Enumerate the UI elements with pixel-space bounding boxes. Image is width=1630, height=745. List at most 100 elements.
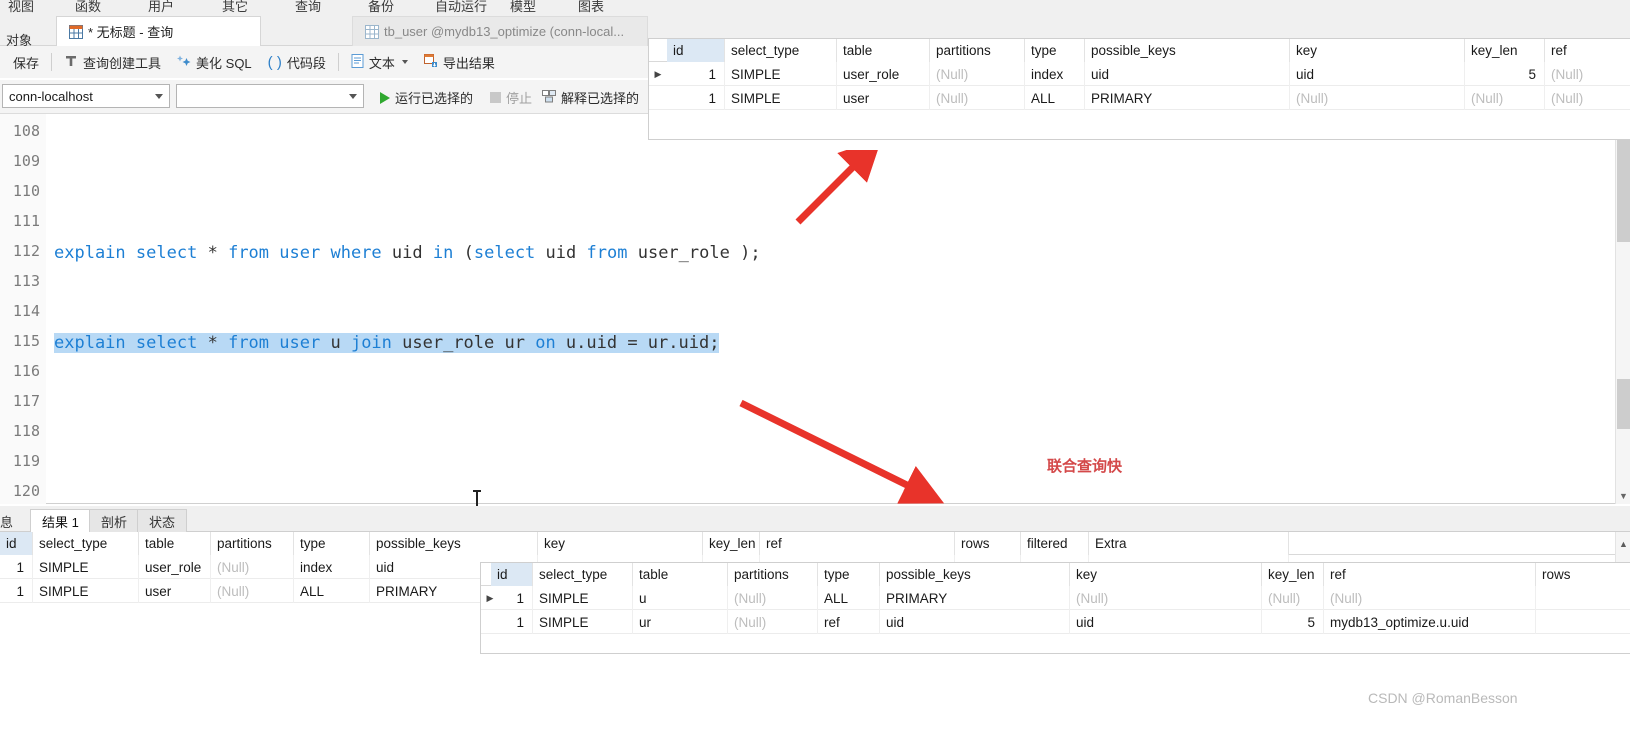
cell-id[interactable]: 1	[491, 610, 533, 634]
cell-key_len[interactable]: 5	[1262, 610, 1324, 634]
cell-key_len[interactable]: (Null)	[1465, 86, 1545, 110]
menu-item-5[interactable]: 备份	[368, 0, 394, 14]
column-header-id[interactable]: id	[667, 39, 725, 62]
column-header-type[interactable]: type	[1025, 39, 1085, 62]
explain-selected-button[interactable]: 解释已选择的	[534, 88, 647, 107]
cell-ref[interactable]: (Null)	[1545, 86, 1630, 110]
column-header-key[interactable]: key	[538, 532, 703, 555]
cell-type[interactable]: ALL	[818, 586, 880, 610]
cell-key[interactable]: uid	[1290, 62, 1465, 86]
column-header-filtered[interactable]: filtered	[1021, 532, 1089, 555]
cell-ref[interactable]: mydb13_optimize.u.uid	[1324, 610, 1536, 634]
tab-result-1[interactable]: 结果 1	[30, 509, 91, 532]
cell-table[interactable]: ur	[633, 610, 728, 634]
tab-status[interactable]: 状态	[137, 509, 188, 532]
run-selected-button[interactable]: 运行已选择的	[372, 88, 481, 107]
column-header-partitions[interactable]: partitions	[930, 39, 1025, 62]
explain-result-grid-floating-bottom[interactable]: id select_type table partitions type possible…	[480, 562, 1630, 654]
column-header-ref[interactable]: ref	[1545, 39, 1630, 62]
column-header-key_len[interactable]: key_len	[703, 532, 760, 555]
column-header-select_type[interactable]: select_type	[725, 39, 837, 62]
save-button[interactable]: 保存	[0, 49, 47, 75]
info-tab-label[interactable]: 息	[0, 512, 13, 531]
column-header-select_type[interactable]: select_type	[533, 563, 633, 586]
connection-select[interactable]: conn-localhost	[2, 84, 170, 108]
cell-type[interactable]: index	[294, 555, 370, 579]
column-header-partitions[interactable]: partitions	[211, 532, 294, 555]
menu-item-0[interactable]: 视图	[8, 0, 34, 14]
scroll-down-icon[interactable]: ▼	[1616, 488, 1630, 503]
column-header-id[interactable]: id	[491, 563, 533, 586]
column-header-ref[interactable]: ref	[1324, 563, 1536, 586]
cell-table[interactable]: u	[633, 586, 728, 610]
cell-partitions[interactable]: (Null)	[930, 86, 1025, 110]
cell-type[interactable]: ALL	[294, 579, 370, 603]
column-header-ref[interactable]: ref	[760, 532, 955, 555]
cell-rows[interactable]: 1	[1536, 610, 1630, 634]
beautify-sql-button[interactable]: 美化 SQL	[169, 49, 260, 75]
snippet-button[interactable]: ( ) 代码段	[260, 49, 334, 75]
cell-key[interactable]: (Null)	[1290, 86, 1465, 110]
explain-result-grid-floating-top[interactable]: id select_type table partitions type possible…	[648, 38, 1630, 140]
menu-item-8[interactable]: 图表	[578, 0, 604, 14]
cell-select_type[interactable]: SIMPLE	[533, 610, 633, 634]
column-header-key[interactable]: key	[1290, 39, 1465, 62]
menu-item-2[interactable]: 用户	[148, 0, 174, 14]
cell-select_type[interactable]: SIMPLE	[725, 86, 837, 110]
cell-type[interactable]: index	[1025, 62, 1085, 86]
text-view-button[interactable]: 文本	[343, 49, 416, 75]
chevron-down-icon[interactable]	[401, 60, 408, 64]
cell-id[interactable]: 1	[0, 579, 33, 603]
column-header-key_len[interactable]: key_len	[1465, 39, 1545, 62]
cell-key_len[interactable]: (Null)	[1262, 586, 1324, 610]
cell-possible_keys[interactable]: uid	[880, 610, 1070, 634]
cell-select_type[interactable]: SIMPLE	[725, 62, 837, 86]
table-row[interactable]: ▶ 1 SIMPLE user_role (Null) index uid uid 5 (Null…	[649, 62, 1630, 86]
cell-possible_keys[interactable]: uid	[1085, 62, 1290, 86]
table-row[interactable]: 1 SIMPLE user (Null) ALL PRIMARY (Null) (Null)(…	[649, 86, 1630, 110]
cell-type[interactable]: ALL	[1025, 86, 1085, 110]
column-header-table[interactable]: table	[837, 39, 930, 62]
cell-partitions[interactable]: (Null)	[728, 586, 818, 610]
cell-key_len[interactable]: 5	[1465, 62, 1545, 86]
cell-id[interactable]: 1	[491, 586, 533, 610]
export-result-button[interactable]: 导出结果	[416, 49, 503, 75]
menu-item-7[interactable]: 模型	[510, 0, 536, 14]
column-header-key[interactable]: key	[1070, 563, 1262, 586]
column-header-possible_keys[interactable]: possible_keys	[880, 563, 1070, 586]
cell-possible_keys[interactable]: PRIMARY	[880, 586, 1070, 610]
code-line-115[interactable]: explain select * from user u join user_r…	[54, 333, 720, 353]
column-header-type[interactable]: type	[294, 532, 370, 555]
scroll-up-icon[interactable]: ▲	[1616, 536, 1630, 551]
menu-item-1[interactable]: 函数	[75, 0, 101, 14]
column-header-Extra[interactable]: Extra	[1089, 532, 1289, 555]
cell-table[interactable]: user_role	[837, 62, 930, 86]
tab-untitled-query[interactable]: * 无标题 - 查询	[56, 16, 261, 46]
column-header-table[interactable]: table	[139, 532, 211, 555]
cell-id[interactable]: 1	[667, 86, 725, 110]
column-header-rows[interactable]: rows	[955, 532, 1021, 555]
column-header-id[interactable]: id	[0, 532, 33, 555]
cell-partitions[interactable]: (Null)	[728, 610, 818, 634]
menu-item-4[interactable]: 查询	[295, 0, 321, 14]
column-header-type[interactable]: type	[818, 563, 880, 586]
table-row[interactable]: 1 SIMPLE ur (Null) ref uid uid 5 mydb13_optimize…	[481, 610, 1630, 634]
cell-select_type[interactable]: SIMPLE	[33, 579, 139, 603]
tab-tb-user[interactable]: tb_user @mydb13_optimize (conn-local...	[352, 16, 648, 46]
column-header-key_len[interactable]: key_len	[1262, 563, 1324, 586]
cell-ref[interactable]: (Null)	[1545, 62, 1630, 86]
tab-profile[interactable]: 剖析	[89, 509, 140, 532]
cell-table[interactable]: user	[139, 579, 211, 603]
sql-editor[interactable]: 108 109 110 111 112 113 114 115 116 117 118 119 120 …	[0, 114, 1630, 508]
editor-vertical-scrollbar[interactable]: ▲ ▼	[1615, 114, 1630, 504]
cell-select_type[interactable]: SIMPLE	[33, 555, 139, 579]
database-select[interactable]	[176, 84, 364, 108]
cell-possible_keys[interactable]: PRIMARY	[1085, 86, 1290, 110]
menu-item-3[interactable]: 其它	[222, 0, 248, 14]
cell-partitions[interactable]: (Null)	[211, 555, 294, 579]
editor-scroll-thumb[interactable]	[1617, 130, 1630, 242]
cell-type[interactable]: ref	[818, 610, 880, 634]
cell-id[interactable]: 1	[667, 62, 725, 86]
cell-table[interactable]: user_role	[139, 555, 211, 579]
cell-partitions[interactable]: (Null)	[211, 579, 294, 603]
